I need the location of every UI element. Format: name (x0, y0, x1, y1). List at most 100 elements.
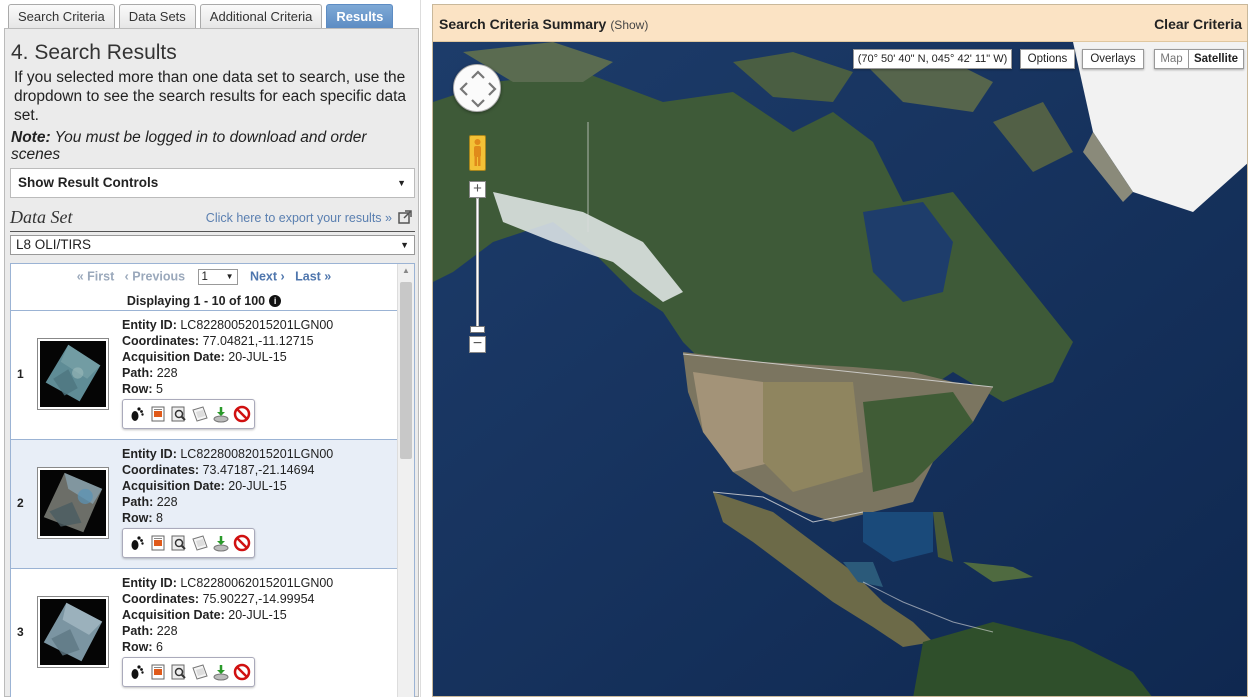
map-type-map-button[interactable]: Map (1154, 49, 1189, 69)
clear-criteria-button[interactable]: Clear Criteria (1154, 16, 1242, 32)
results-list: « First ‹ Previous 1 ▼ Next › Last » Disp… (10, 263, 415, 697)
result-count: Displaying 1 - 10 of 100 i (11, 294, 397, 308)
download-icon[interactable] (212, 405, 230, 423)
zoom-out-button[interactable]: − (469, 336, 486, 353)
login-note: Note: You must be logged in to download … (11, 129, 411, 163)
compare-icon[interactable] (191, 534, 209, 552)
first-page-link: « First (76, 269, 115, 284)
browse-icon[interactable] (170, 663, 188, 681)
acquisition-date: 20-JUL-15 (228, 479, 287, 493)
search-criteria-summary-bar: Search Criteria Summary (Show) Clear Crit… (433, 5, 1247, 42)
acquisition-date-label: Acquisition Date: (122, 608, 225, 622)
chevron-down-icon: ▼ (397, 178, 406, 188)
result-row[interactable]: 3 Entity ID: LC82280062015201LGN00 Coord… (11, 568, 397, 697)
result-details: Entity ID: LC82280062015201LGN00 Coordin… (122, 575, 333, 655)
scrollbar-thumb[interactable] (400, 282, 412, 459)
acquisition-date: 20-JUL-15 (228, 608, 287, 622)
coordinates-label: Coordinates: (122, 592, 200, 606)
pagination: « First ‹ Previous 1 ▼ Next › Last » (11, 269, 397, 285)
dataset-select-value: L8 OLI/TIRS (16, 237, 92, 252)
row-label: Row: (122, 640, 153, 654)
exclude-icon[interactable] (233, 534, 251, 552)
path-value: 228 (156, 495, 178, 509)
criteria-summary-title: Search Criteria Summary (Show) (439, 16, 648, 32)
browse-icon[interactable] (170, 534, 188, 552)
result-actions (122, 657, 255, 687)
entity-id-label: Entity ID: (122, 318, 177, 332)
options-button[interactable]: Options (1020, 49, 1075, 69)
row-label: Row: (122, 511, 153, 525)
download-icon[interactable] (212, 534, 230, 552)
result-actions (122, 399, 255, 429)
tab-bar: Search Criteria Data Sets Additional Cri… (8, 4, 394, 28)
browse-icon[interactable] (170, 405, 188, 423)
next-page-link[interactable]: Next › (250, 269, 285, 283)
page-select[interactable]: 1 ▼ (197, 269, 238, 285)
tab-additional-criteria[interactable]: Additional Criteria (199, 4, 323, 28)
map-type-satellite-button[interactable]: Satellite (1189, 49, 1244, 69)
map-panel: Search Criteria Summary (Show) Clear Crit… (432, 4, 1248, 697)
show-criteria-link[interactable]: (Show) (610, 18, 648, 32)
footprint-icon[interactable] (128, 405, 146, 423)
acquisition-date-label: Acquisition Date: (122, 350, 225, 364)
pan-control[interactable] (453, 64, 501, 112)
path-label: Path: (122, 495, 154, 509)
row-label: Row: (122, 382, 153, 396)
dataset-label: Data Set (10, 207, 73, 227)
map-type-control: Map Satellite (1154, 49, 1244, 69)
path-label: Path: (122, 624, 154, 638)
coordinates: 77.04821,-11.12715 (202, 334, 314, 348)
chevron-down-icon: ▼ (225, 272, 234, 281)
external-link-icon[interactable] (398, 210, 412, 224)
result-details: Entity ID: LC82280052015201LGN00 Coordin… (122, 317, 333, 397)
dataset-select[interactable]: L8 OLI/TIRS ▼ (10, 235, 415, 255)
acquisition-date: 20-JUL-15 (228, 350, 287, 364)
zoom-in-button[interactable]: + (469, 181, 486, 198)
divider (10, 231, 415, 232)
result-row[interactable]: 2 Entity ID: LC82280082015201LGN00 Coord… (11, 439, 397, 568)
overlays-button[interactable]: Overlays (1082, 49, 1144, 69)
compare-icon[interactable] (191, 405, 209, 423)
cursor-coordinates: (70° 50' 40" N, 045° 42' 11" W) (853, 49, 1012, 69)
satellite-map[interactable] (433, 42, 1247, 696)
note-label: Note: (11, 129, 51, 146)
coordinates-label: Coordinates: (122, 334, 200, 348)
footprint-icon[interactable] (128, 534, 146, 552)
scene-thumbnail[interactable] (38, 597, 108, 667)
note-text: You must be logged in to download and or… (11, 129, 367, 163)
download-icon[interactable] (212, 663, 230, 681)
compare-icon[interactable] (191, 663, 209, 681)
zoom-slider-track[interactable] (476, 198, 479, 333)
path-value: 228 (156, 366, 178, 380)
page-select-value: 1 (201, 271, 208, 283)
info-icon[interactable]: i (269, 295, 282, 307)
tab-data-sets[interactable]: Data Sets (118, 4, 196, 28)
show-result-controls-dropdown[interactable]: Show Result Controls ▼ (10, 168, 415, 198)
metadata-icon[interactable] (149, 405, 167, 423)
result-count-text: Displaying 1 - 10 of 100 (126, 294, 266, 308)
results-scrollbar[interactable]: ▲ (397, 264, 414, 697)
metadata-icon[interactable] (149, 534, 167, 552)
last-page-link[interactable]: Last » (295, 269, 331, 283)
tab-search-criteria[interactable]: Search Criteria (8, 4, 115, 28)
footprint-icon[interactable] (128, 663, 146, 681)
exclude-icon[interactable] (233, 663, 251, 681)
zoom-slider-handle[interactable] (470, 326, 485, 333)
street-view-pegman-icon[interactable] (469, 135, 486, 171)
row-value: 8 (156, 511, 163, 525)
metadata-icon[interactable] (149, 663, 167, 681)
tab-results[interactable]: Results (326, 4, 394, 28)
entity-id-label: Entity ID: (122, 576, 177, 590)
coordinates: 73.47187,-21.14694 (202, 463, 315, 477)
exclude-icon[interactable] (233, 405, 251, 423)
scroll-up-arrow-icon[interactable]: ▲ (402, 266, 410, 275)
row-value: 5 (156, 382, 163, 396)
result-row[interactable]: 1 Entity ID: LC82280052015201LGN00 Coord… (11, 310, 397, 439)
export-results-link[interactable]: Click here to export your results » (206, 211, 392, 225)
row-value: 6 (156, 640, 163, 654)
entity-id: LC82280082015201LGN00 (180, 447, 334, 461)
scene-thumbnail[interactable] (38, 468, 108, 538)
scene-thumbnail[interactable] (38, 339, 108, 409)
result-controls-label: Show Result Controls (18, 175, 159, 190)
result-number: 2 (17, 496, 24, 510)
